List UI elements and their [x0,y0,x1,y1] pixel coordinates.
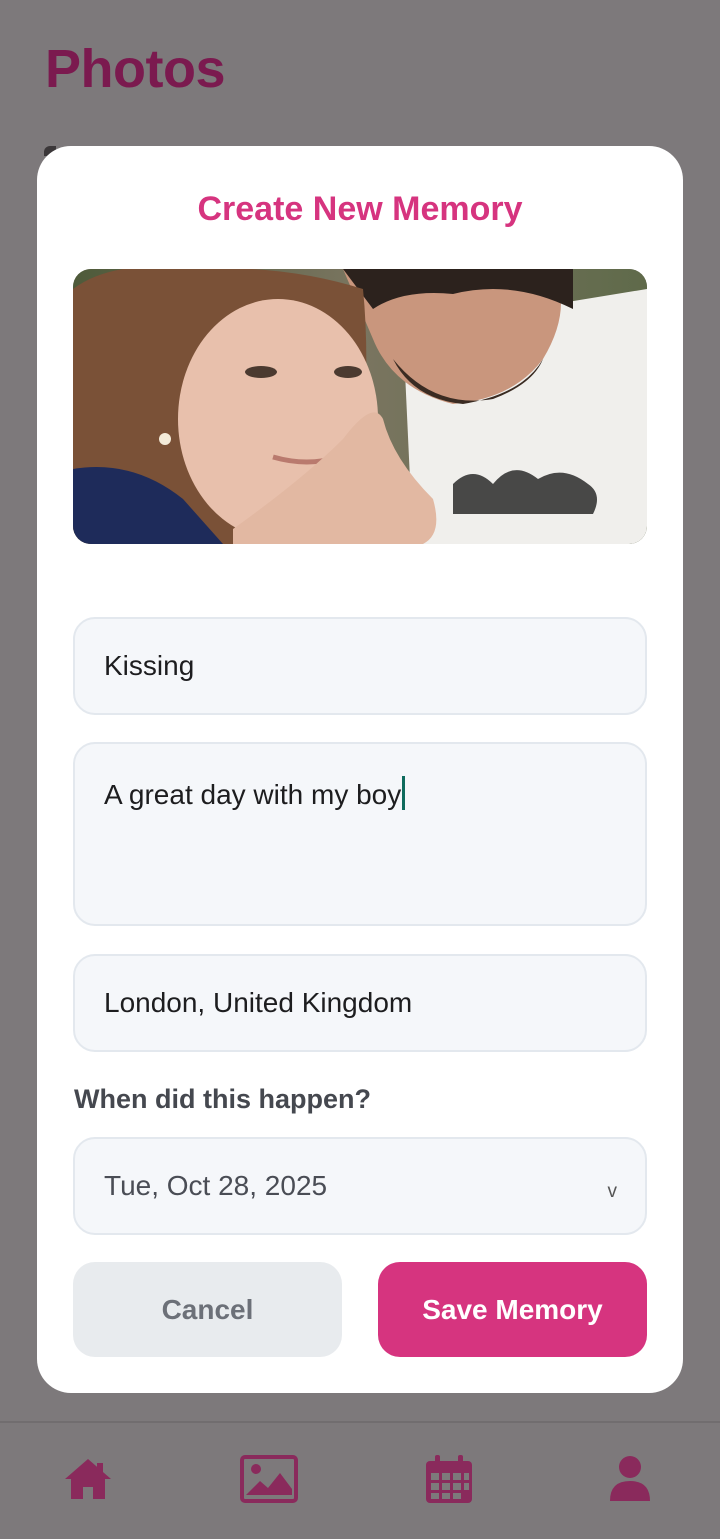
memory-description-input[interactable]: A great day with my boy [73,742,647,926]
nav-photos[interactable] [237,1451,301,1507]
nav-profile[interactable] [598,1451,662,1507]
bottom-navigation [0,1421,720,1539]
calendar-icon [426,1455,472,1503]
create-memory-modal: Create New Memory Kissing A great day wi… [37,146,683,1393]
save-memory-button[interactable]: Save Memory [378,1262,647,1357]
nav-calendar[interactable] [417,1451,481,1507]
cancel-button[interactable]: Cancel [73,1262,342,1357]
chevron-down-icon: v [607,1181,618,1202]
memory-location-value: London, United Kingdom [104,987,413,1018]
page-title: Photos [45,39,226,99]
memory-description-value: A great day with my boy [104,779,402,810]
memory-title-input[interactable]: Kissing [73,617,647,715]
profile-icon [610,1456,650,1501]
date-select[interactable]: Tue, Oct 28, 2025 v [73,1137,647,1235]
home-icon [65,1459,111,1499]
text-cursor [402,776,406,810]
date-label: When did this happen? [74,1084,371,1114]
modal-title: Create New Memory [197,190,523,228]
photo-illustration [73,269,647,544]
photos-icon [240,1455,298,1503]
memory-title-value: Kissing [104,650,195,681]
memory-location-input[interactable]: London, United Kingdom [73,954,647,1052]
date-value: Tue, Oct 28, 2025 [104,1170,328,1201]
nav-home[interactable] [56,1451,120,1507]
memory-photo[interactable] [73,269,647,544]
